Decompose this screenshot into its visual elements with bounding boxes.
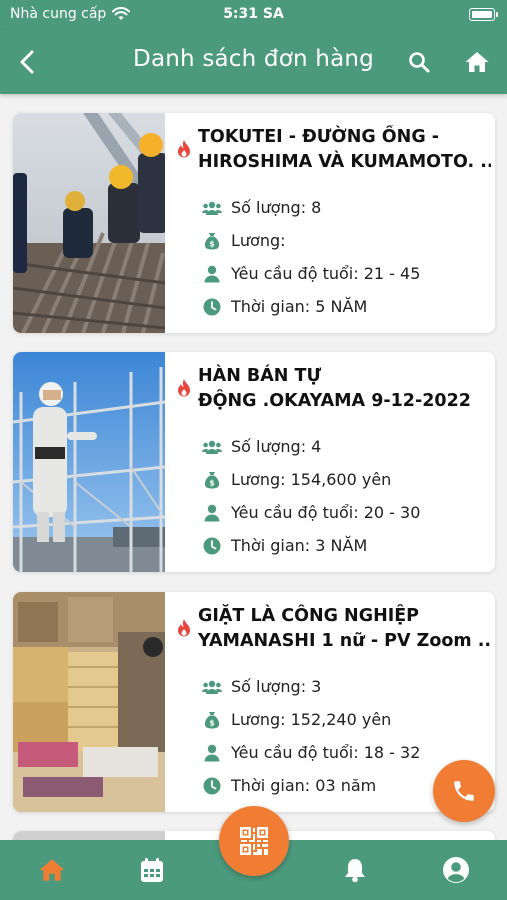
age-text: Yêu cầu độ tuổi: 20 - 30: [231, 503, 421, 522]
order-title-line: TOKUTEI - ĐƯỜNG ỐNG -: [198, 127, 440, 147]
fire-icon: [178, 140, 190, 158]
clock-icon: [202, 776, 222, 796]
profile-icon: [443, 857, 469, 883]
order-title-line: HÀN BÁN TỰ: [198, 366, 322, 386]
order-thumbnail: [13, 352, 165, 572]
quantity-row: Số lượng: 3: [176, 670, 491, 703]
order-thumbnail: [13, 113, 165, 333]
order-card[interactable]: GIẶT LÀ CÔNG NGHIỆP YAMANASHI 1 nữ - PV …: [13, 592, 495, 812]
tab-home[interactable]: [34, 852, 70, 888]
user-icon: [202, 743, 222, 763]
nav-bar: Danh sách đơn hàng: [0, 30, 507, 94]
call-button[interactable]: [433, 760, 495, 822]
age-row: Yêu cầu độ tuổi: 20 - 30: [176, 496, 491, 529]
order-title-line: ĐỘNG .OKAYAMA 9-12-2022: [198, 391, 471, 411]
quantity-text: Số lượng: 8: [231, 198, 322, 217]
tab-profile[interactable]: [438, 852, 474, 888]
home-button[interactable]: [459, 44, 495, 80]
status-time: 5:31 SA: [223, 6, 284, 22]
quantity-row: Số lượng: 8: [176, 191, 491, 224]
user-icon: [202, 264, 222, 284]
battery-icon: [469, 8, 498, 21]
tab-calendar[interactable]: [134, 852, 170, 888]
svg-text:$: $: [209, 239, 215, 248]
duration-row: Thời gian: 5 NĂM: [176, 290, 491, 323]
home-icon: [39, 859, 65, 881]
salary-row: $ Lương: 154,600 yên: [176, 463, 491, 496]
phone-icon: [454, 781, 474, 801]
qr-scan-button[interactable]: [219, 806, 289, 876]
users-icon: [202, 437, 222, 457]
order-title: HÀN BÁN TỰ ĐỘNG .OKAYAMA 9-12-2022: [176, 364, 491, 416]
order-title: GIẶT LÀ CÔNG NGHIỆP YAMANASHI 1 nữ - PV …: [176, 604, 491, 656]
salary-text: Lương: 152,240 yên: [231, 710, 392, 729]
salary-text: Lương:: [231, 231, 286, 250]
home-icon: [465, 52, 489, 72]
salary-row: $ Lương:: [176, 224, 491, 257]
order-list: TOKUTEI - ĐƯỜNG ỐNG - HIROSHIMA VÀ KUMAM…: [0, 94, 507, 840]
duration-text: Thời gian: 5 NĂM: [231, 297, 368, 316]
quantity-text: Số lượng: 4: [231, 437, 322, 456]
quantity-text: Số lượng: 3: [231, 677, 322, 696]
duration-row: Thời gian: 3 NĂM: [176, 529, 491, 562]
tab-notifications[interactable]: [337, 852, 373, 888]
order-card[interactable]: TOKUTEI - ĐƯỜNG ỐNG - HIROSHIMA VÀ KUMAM…: [13, 113, 495, 333]
age-row: Yêu cầu độ tuổi: 18 - 32: [176, 736, 491, 769]
age-row: Yêu cầu độ tuổi: 21 - 45: [176, 257, 491, 290]
users-icon: [202, 198, 222, 218]
age-text: Yêu cầu độ tuổi: 18 - 32: [231, 743, 421, 762]
money-bag-icon: $: [202, 470, 222, 490]
duration-text: Thời gian: 3 NĂM: [231, 536, 368, 555]
age-text: Yêu cầu độ tuổi: 21 - 45: [231, 264, 421, 283]
order-info: TOKUTEI - ĐƯỜNG ỐNG - HIROSHIMA VÀ KUMAM…: [176, 125, 491, 323]
duration-text: Thời gian: 03 năm: [231, 776, 377, 795]
money-bag-icon: $: [202, 231, 222, 251]
fire-icon: [178, 619, 190, 637]
order-title-line: HIROSHIMA VÀ KUMAMOTO. ...: [198, 152, 491, 172]
search-button[interactable]: [401, 44, 437, 80]
order-info: HÀN BÁN TỰ ĐỘNG .OKAYAMA 9-12-2022 Số lư…: [176, 364, 491, 562]
quantity-row: Số lượng: 4: [176, 430, 491, 463]
status-bar: Nhà cung cấp 5:31 SA: [0, 0, 507, 30]
bell-icon: [345, 859, 365, 883]
svg-text:$: $: [209, 718, 215, 727]
clock-icon: [202, 297, 222, 317]
order-thumbnail: [13, 592, 165, 812]
calendar-icon: [141, 858, 163, 882]
order-thumbnail: [13, 831, 165, 840]
salary-row: $ Lương: 152,240 yên: [176, 703, 491, 736]
users-icon: [202, 677, 222, 697]
svg-text:$: $: [209, 478, 215, 487]
order-title: TOKUTEI - ĐƯỜNG ỐNG - HIROSHIMA VÀ KUMAM…: [176, 125, 491, 177]
user-icon: [202, 503, 222, 523]
order-title-line: GIẶT LÀ CÔNG NGHIỆP: [198, 606, 420, 626]
order-card[interactable]: HÀN BÁN TỰ ĐỘNG .OKAYAMA 9-12-2022 Số lư…: [13, 352, 495, 572]
salary-text: Lương: 154,600 yên: [231, 470, 392, 489]
fire-icon: [178, 379, 190, 397]
clock-icon: [202, 536, 222, 556]
search-icon: [409, 52, 430, 73]
money-bag-icon: $: [202, 710, 222, 730]
order-title-line: YAMANASHI 1 nữ - PV Zoom ...: [198, 631, 491, 651]
qr-code-icon: [240, 827, 268, 855]
